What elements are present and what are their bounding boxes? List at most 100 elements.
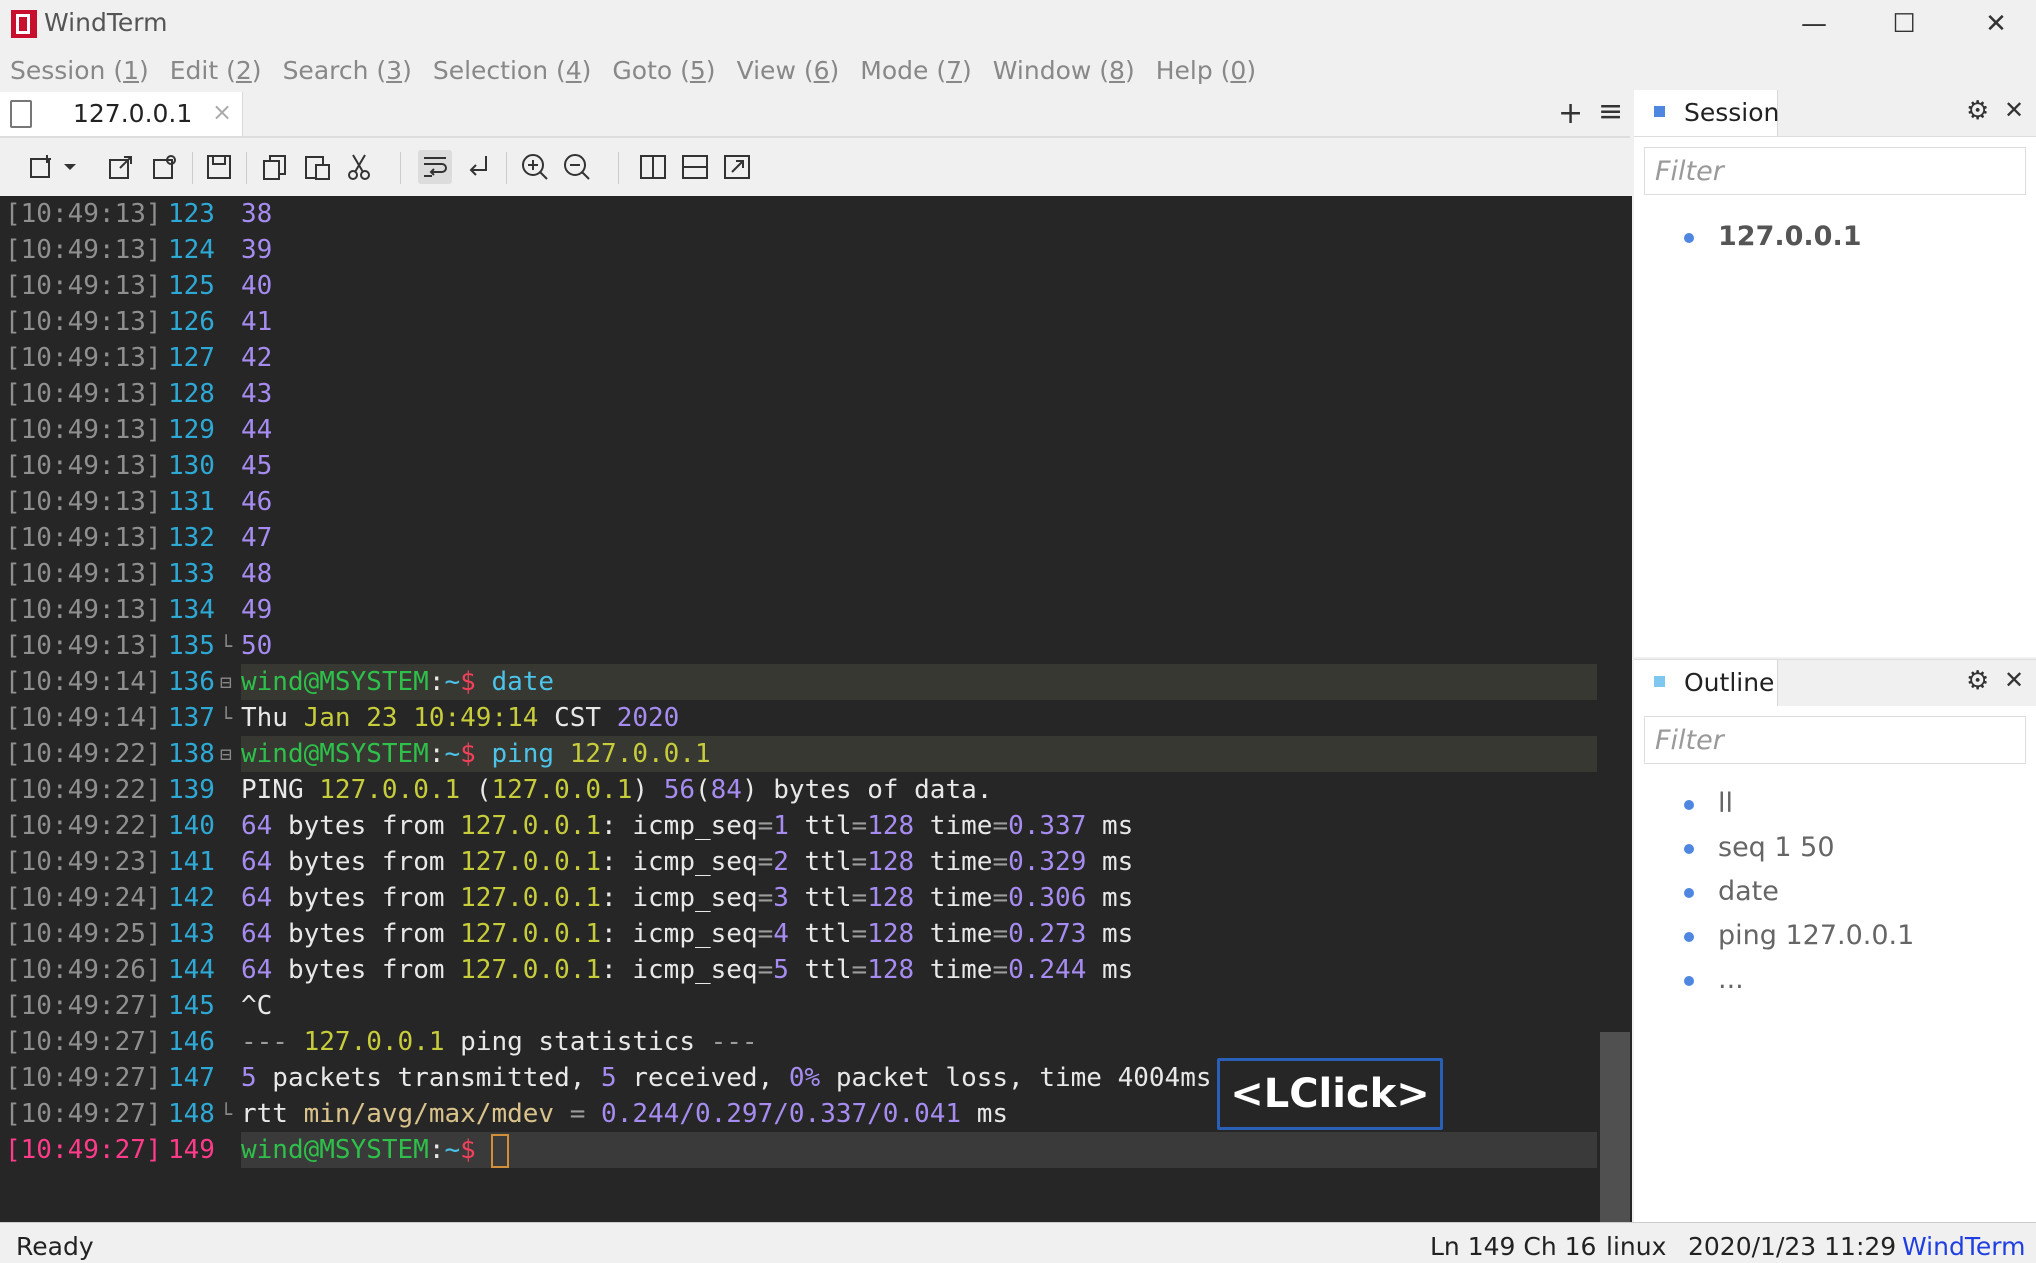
menu-goto[interactable]: Goto (5): [612, 56, 715, 85]
text-segment: 127.0.0.1: [491, 775, 633, 805]
line-timestamp: [10:49:27]: [5, 1099, 162, 1129]
pop-out-icon[interactable]: [720, 150, 754, 184]
line-timestamp: [10:49:22]: [5, 775, 162, 805]
word-wrap-icon[interactable]: [418, 150, 452, 184]
new-session-icon[interactable]: [26, 150, 60, 184]
split-horizontal-icon[interactable]: [678, 150, 712, 184]
session-item[interactable]: 127.0.0.1: [1684, 221, 1862, 252]
new-session-dropdown-icon[interactable]: [58, 150, 82, 184]
outline-item[interactable]: seq 1 50: [1684, 832, 1835, 863]
text-segment: ---: [710, 1027, 758, 1057]
tab-127-0-0-1[interactable]: 127.0.0.1 ×: [0, 92, 243, 136]
text-segment: ping statistics: [444, 1027, 711, 1057]
text-segment: time: [914, 955, 993, 985]
outline-item[interactable]: ...: [1684, 964, 1744, 995]
line-break-icon[interactable]: [462, 150, 496, 184]
text-segment: :: [428, 667, 445, 697]
text-segment: CST: [538, 703, 617, 733]
text-segment: ): [632, 775, 664, 805]
tab-menu-button[interactable]: ≡: [1598, 94, 1623, 129]
bullet-icon: [1684, 975, 1694, 986]
text-segment: =: [992, 847, 1009, 877]
open-session-icon[interactable]: [104, 150, 138, 184]
line-number: 141: [168, 847, 215, 877]
text-segment: =: [851, 955, 868, 985]
paste-icon[interactable]: [300, 150, 334, 184]
text-segment: 127.0.0.1: [460, 919, 602, 949]
line-timestamp: [10:49:24]: [5, 883, 162, 913]
gear-icon[interactable]: ⚙: [1966, 666, 1989, 696]
status-cursor-position[interactable]: Ln 149 Ch 16: [1430, 1232, 1596, 1261]
text-segment: ~: [444, 667, 461, 697]
line-timestamp: [10:49:13]: [5, 559, 162, 589]
text-segment: =: [851, 847, 868, 877]
session-panel-tab[interactable]: Session: [1634, 90, 1779, 136]
split-vertical-icon[interactable]: [636, 150, 670, 184]
save-icon[interactable]: [202, 150, 236, 184]
tab-bar: 127.0.0.1 × + ≡: [0, 92, 1630, 138]
menu-window[interactable]: Window (8): [993, 56, 1135, 85]
line-content: Thu Jan 23 10:49:14 CST 2020: [241, 700, 679, 736]
tab-close-icon[interactable]: ×: [212, 98, 232, 126]
text-segment: wind@MSYSTEM: [241, 667, 429, 697]
fold-toggle-icon[interactable]: ⊟: [220, 664, 232, 700]
menu-search[interactable]: Search (3): [283, 56, 412, 85]
line-timestamp: [10:49:13]: [5, 451, 162, 481]
menu-mode[interactable]: Mode (7): [860, 56, 972, 85]
text-segment: ) bytes of data.: [741, 775, 993, 805]
outline-item-label: seq 1 50: [1718, 832, 1835, 863]
line-number: 134: [168, 595, 215, 625]
line-timestamp: [10:49:26]: [5, 955, 162, 985]
text-segment: =: [851, 919, 868, 949]
line-timestamp: [10:49:22]: [5, 739, 162, 769]
menu-selection[interactable]: Selection (4): [433, 56, 592, 85]
text-segment: =: [757, 955, 774, 985]
terminal-scrollbar-thumb[interactable]: [1600, 1032, 1630, 1222]
line-content: 64 bytes from 127.0.0.1: icmp_seq=4 ttl=…: [241, 916, 1133, 952]
line-number: 139: [168, 775, 215, 805]
text-segment: ms: [961, 1099, 1009, 1129]
text-segment: 42: [241, 343, 273, 373]
status-brand[interactable]: WindTerm: [1902, 1232, 2025, 1261]
menu-help[interactable]: Help (0): [1156, 56, 1256, 85]
fold-toggle-icon[interactable]: ⊟: [220, 736, 232, 772]
maximize-icon[interactable]: ☐: [1874, 4, 1934, 44]
line-number: 124: [168, 235, 215, 265]
outline-item[interactable]: date: [1684, 876, 1779, 907]
close-window-icon[interactable]: ✕: [1966, 4, 2026, 44]
close-icon[interactable]: ✕: [2004, 666, 2024, 694]
line-number: 145: [168, 991, 215, 1021]
menu-bar: Session (1) Edit (2) Search (3) Selection (…: [0, 52, 1630, 88]
terminal-line: [10:49:14] 136 ⊟ wind@MSYSTEM:~$ date: [0, 664, 1600, 700]
outline-panel-tab[interactable]: Outline: [1634, 660, 1778, 706]
terminal-line: [10:49:22] 138 ⊟ wind@MSYSTEM:~$ ping 127.0…: [0, 736, 1600, 772]
line-timestamp: [10:49:14]: [5, 667, 162, 697]
outline-item[interactable]: ll: [1684, 788, 1733, 819]
session-filter-input[interactable]: [1644, 147, 2026, 195]
menu-session[interactable]: Session (1): [10, 56, 149, 85]
cut-icon[interactable]: [342, 150, 376, 184]
new-tab-button[interactable]: +: [1558, 96, 1583, 131]
outline-panel-title: Outline: [1684, 668, 1775, 697]
text-segment: bytes from: [272, 883, 461, 913]
text-segment: 5: [241, 1063, 257, 1093]
text-segment: 1: [773, 811, 789, 841]
minimize-icon[interactable]: —: [1784, 4, 1844, 44]
outline-item[interactable]: ping 127.0.0.1: [1684, 920, 1914, 951]
outline-filter-input[interactable]: [1644, 716, 2026, 764]
menu-view[interactable]: View (6): [737, 56, 840, 85]
line-timestamp: [10:49:13]: [5, 631, 162, 661]
copy-icon[interactable]: [258, 150, 292, 184]
menu-edit[interactable]: Edit (2): [170, 56, 262, 85]
terminal-line: [10:49:13] 134 49: [0, 592, 1600, 628]
duplicate-session-icon[interactable]: [148, 150, 182, 184]
close-icon[interactable]: ✕: [2004, 96, 2024, 124]
text-segment: packets transmitted,: [256, 1063, 602, 1093]
line-number: 127: [168, 343, 215, 373]
status-os[interactable]: linux: [1606, 1232, 1666, 1261]
zoom-out-icon[interactable]: [560, 150, 594, 184]
zoom-in-icon[interactable]: [518, 150, 552, 184]
text-segment: ^C: [241, 991, 273, 1021]
line-timestamp: [10:49:13]: [5, 595, 162, 625]
gear-icon[interactable]: ⚙: [1966, 96, 1989, 126]
